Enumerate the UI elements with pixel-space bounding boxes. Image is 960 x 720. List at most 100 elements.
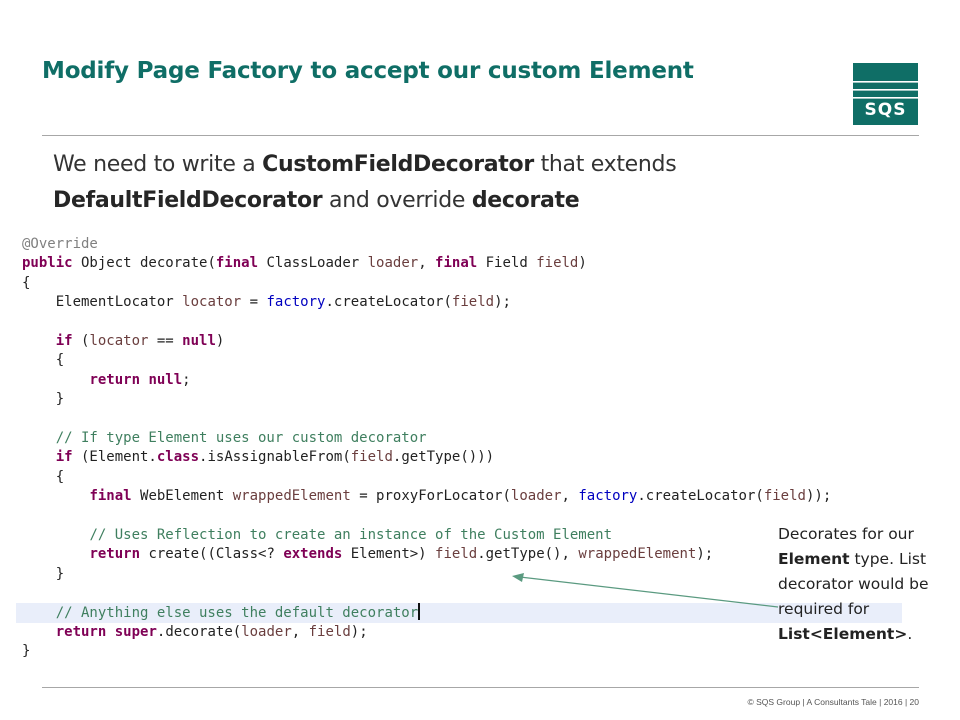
code-token: Field bbox=[477, 255, 537, 272]
code-token: .isAssignableFrom( bbox=[199, 449, 351, 466]
callout-note: Decorates for our Element type. List dec… bbox=[778, 522, 960, 647]
code-token: factory bbox=[578, 488, 638, 505]
code-line: @Override bbox=[22, 235, 902, 254]
code-token: // If type Element uses our custom decor… bbox=[55, 429, 427, 446]
code-token: // Uses Reflection to create an instance… bbox=[89, 526, 613, 543]
slide-subtitle: We need to write a CustomFieldDecorator … bbox=[53, 152, 677, 213]
code-token: { bbox=[22, 352, 65, 369]
code-token: ClassLoader bbox=[258, 255, 368, 272]
code-line: return null; bbox=[22, 371, 902, 390]
code-token: , bbox=[291, 623, 309, 640]
code-token: .getType())) bbox=[392, 449, 495, 466]
code-token: ) bbox=[578, 255, 587, 272]
slide-title: Modify Page Factory to accept our custom… bbox=[42, 58, 694, 84]
code-line: { bbox=[22, 274, 902, 293]
code-token: .createLocator( bbox=[325, 294, 452, 311]
code-token: return bbox=[89, 371, 141, 388]
note-line: Decorates for our bbox=[778, 525, 914, 543]
code-token: .decorate( bbox=[156, 623, 242, 640]
text-caret bbox=[418, 603, 421, 621]
top-divider bbox=[42, 135, 919, 136]
code-token: final bbox=[89, 488, 132, 505]
code-token: if bbox=[55, 449, 73, 466]
code-line: { bbox=[22, 468, 902, 487]
code-token: field bbox=[536, 255, 579, 272]
code-token: , bbox=[561, 488, 579, 505]
code-token: { bbox=[22, 274, 31, 291]
code-token: = proxyForLocator( bbox=[350, 488, 511, 505]
code-token: loader bbox=[241, 623, 292, 640]
code-token: field bbox=[435, 546, 478, 563]
note-line: required for bbox=[778, 600, 870, 618]
code-token: ; bbox=[182, 371, 191, 388]
code-token: @Override bbox=[22, 236, 98, 252]
code-token: field bbox=[451, 294, 495, 311]
code-token: WebElement bbox=[131, 488, 233, 505]
code-line: { bbox=[22, 351, 902, 370]
code-token: loader bbox=[367, 255, 419, 272]
code-token: ); bbox=[494, 294, 511, 311]
code-token: } bbox=[22, 643, 31, 660]
code-token: ( bbox=[72, 332, 90, 349]
code-token: locator bbox=[89, 332, 149, 349]
code-token: public bbox=[22, 255, 73, 272]
code-token: Element>) bbox=[342, 546, 436, 563]
code-line: } bbox=[22, 390, 902, 409]
sqs-logo: SQS bbox=[853, 63, 918, 125]
code-token: (Element. bbox=[72, 449, 157, 466]
callout-arrow bbox=[512, 573, 779, 608]
code-line: ElementLocator locator = factory.createL… bbox=[22, 293, 902, 312]
code-line: if (locator == null) bbox=[22, 332, 902, 351]
code-line: if (Element.class.isAssignableFrom(field… bbox=[22, 448, 902, 467]
code-token: extends bbox=[283, 546, 343, 563]
code-line: public Object decorate(final ClassLoader… bbox=[22, 254, 902, 273]
code-line: // If type Element uses our custom decor… bbox=[22, 429, 902, 448]
code-line: return super.decorate(loader, field); bbox=[22, 623, 902, 642]
code-token: { bbox=[22, 468, 65, 485]
code-token: locator bbox=[182, 294, 242, 311]
code-token: null bbox=[182, 332, 216, 349]
code-line: } bbox=[22, 642, 902, 661]
code-token: final bbox=[435, 255, 478, 272]
code-token: null bbox=[148, 371, 183, 388]
note-line: List<Element>. bbox=[778, 625, 913, 643]
code-token: class bbox=[156, 449, 200, 466]
code-token: .createLocator( bbox=[637, 488, 764, 505]
code-token: = bbox=[241, 294, 267, 311]
code-token: loader bbox=[510, 488, 562, 505]
note-line: decorator would be bbox=[778, 575, 929, 593]
code-token: return bbox=[89, 546, 141, 563]
code-token: ) bbox=[215, 332, 225, 349]
code-line: final WebElement wrappedElement = proxyF… bbox=[22, 487, 902, 506]
code-token: // Anything else uses the default decora… bbox=[55, 605, 419, 622]
code-token: } bbox=[22, 565, 65, 582]
code-token: ); bbox=[350, 623, 368, 640]
code-line: return create((Class<? extends Element>)… bbox=[22, 545, 902, 564]
code-token: == bbox=[148, 332, 183, 349]
code-token: )); bbox=[805, 488, 832, 505]
code-token: ); bbox=[696, 546, 714, 563]
code-token: wrappedElement bbox=[232, 488, 351, 505]
code-token: wrappedElement bbox=[578, 546, 697, 563]
code-token: super bbox=[114, 623, 157, 640]
code-token: final bbox=[215, 255, 259, 272]
code-token: return bbox=[55, 623, 107, 640]
code-token: } bbox=[22, 391, 65, 408]
slide-footer: © SQS Group | A Consultants Tale | 2016 … bbox=[747, 697, 920, 707]
code-token: factory bbox=[266, 294, 326, 311]
slide: Modify Page Factory to accept our custom… bbox=[0, 0, 960, 720]
code-token: , bbox=[418, 255, 436, 272]
code-line: // Uses Reflection to create an instance… bbox=[22, 526, 902, 545]
code-token: field bbox=[763, 488, 806, 505]
code-token: .getType(), bbox=[477, 546, 579, 563]
code-token: if bbox=[55, 332, 73, 349]
